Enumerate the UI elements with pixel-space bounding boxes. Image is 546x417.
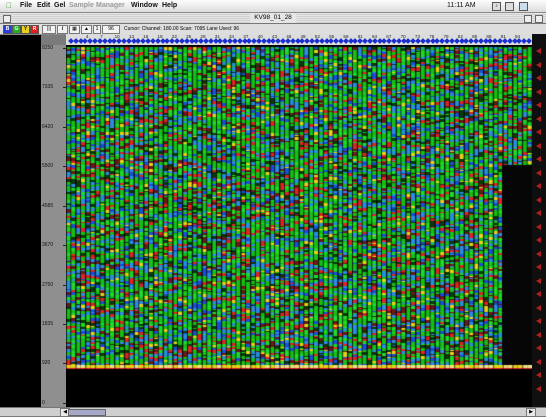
window-titlebar: KV98_01_28: [0, 13, 546, 24]
lane-arrow-icon[interactable]: [536, 345, 541, 351]
lane-stepper[interactable]: ▲: [81, 25, 92, 34]
window-title: KV98_01_28: [250, 13, 296, 23]
scan-axis-label: 4585: [42, 202, 54, 209]
blue-channel-button[interactable]: B: [3, 25, 12, 34]
scan-axis-label: 3670: [42, 242, 54, 249]
grid-view-icon[interactable]: ▦: [69, 25, 80, 34]
lane-arrow-icon[interactable]: [536, 318, 541, 324]
scroll-right-button[interactable]: ▶: [526, 408, 536, 417]
scan-axis-label: 1835: [42, 321, 54, 328]
zoom-box-icon[interactable]: [524, 15, 532, 23]
apple-menu-icon[interactable]: : [6, 1, 12, 10]
scan-axis-label: 6420: [42, 123, 54, 130]
menubar-clock[interactable]: 11:11 AM: [447, 2, 476, 9]
lane-arrow-icon[interactable]: [536, 372, 541, 378]
lane-arrow-icon[interactable]: [536, 223, 541, 230]
lane-arrow-icon[interactable]: [536, 48, 541, 54]
lane-arrow-icon[interactable]: [536, 115, 541, 122]
menu-manager: Manager: [96, 2, 125, 9]
menu-window[interactable]: Window: [131, 2, 158, 9]
lane-count-field[interactable]: 96: [102, 25, 120, 34]
finder-app-icon[interactable]: [519, 2, 528, 11]
lane-arrow-icon[interactable]: [536, 61, 541, 68]
lane-arrow-icon[interactable]: [536, 385, 541, 392]
lane-arrow-icon[interactable]: [536, 196, 541, 203]
lane-arrow-icon[interactable]: [536, 264, 541, 270]
lane-arrow-icon[interactable]: [536, 142, 541, 149]
info-icon[interactable]: i: [57, 25, 68, 34]
lane-field[interactable]: 1: [93, 25, 101, 34]
menu-sample: Sample: [69, 2, 94, 9]
close-box-icon[interactable]: [3, 15, 11, 23]
collapse-box-icon[interactable]: [535, 15, 543, 23]
lane-arrow-icon[interactable]: [536, 156, 541, 162]
lane-arrow-icon[interactable]: [536, 250, 541, 257]
menu-gel[interactable]: Gel: [54, 2, 65, 9]
scan-axis-label: 2750: [42, 281, 54, 288]
scan-axis: 8250 7335 6420 5500 4585 3670 2750 1835 920 0: [41, 45, 66, 407]
lane-arrow-icon[interactable]: [536, 358, 541, 365]
red-channel-button[interactable]: R: [30, 25, 39, 34]
scan-axis-label: 5500: [42, 163, 54, 170]
menu-file[interactable]: File: [20, 2, 32, 9]
scan-axis-label: 8250: [42, 45, 54, 51]
scan-axis-label: 7335: [42, 84, 54, 91]
lane-arrow-icon[interactable]: [536, 183, 541, 189]
scan-axis-label: 920: [42, 360, 51, 367]
lane-arrow-icon[interactable]: [536, 331, 541, 338]
green-channel-button[interactable]: G: [12, 25, 21, 34]
menu-bar:  File Edit Gel Sample Manager Window He…: [0, 0, 546, 13]
menu-edit[interactable]: Edit: [37, 2, 50, 9]
lane-arrow-icon[interactable]: [536, 129, 541, 135]
lane-arrow-icon[interactable]: [536, 88, 541, 95]
lane-arrow-icon[interactable]: [536, 169, 541, 176]
lanes-view-icon[interactable]: |||: [42, 25, 56, 34]
monitor-icon[interactable]: [505, 2, 514, 11]
lane-arrow-icon[interactable]: [536, 291, 541, 297]
lane-arrow-icon[interactable]: [536, 304, 541, 311]
lane-arrow-icon[interactable]: [536, 237, 541, 243]
scan-axis-label: 0: [42, 400, 45, 406]
menu-help[interactable]: Help: [162, 2, 177, 9]
lane-arrow-strip: [532, 34, 546, 407]
yellow-channel-button[interactable]: Y: [21, 25, 30, 34]
lane-arrow-icon[interactable]: [536, 102, 541, 108]
lane-marker[interactable]: [526, 38, 532, 44]
lane-marker-strip[interactable]: 4 7 10 13 16 19 22 25 28 31 34 37 40 43 46 49 52 55 58 61 64…: [66, 34, 532, 45]
lane-arrow-icon[interactable]: [536, 210, 541, 216]
lane-arrow-icon[interactable]: [536, 75, 541, 81]
gel-canvas[interactable]: [66, 45, 532, 407]
speaker-icon[interactable]: ♪: [492, 2, 501, 11]
left-panel: [0, 35, 41, 407]
lane-arrow-icon[interactable]: [536, 277, 541, 284]
cursor-status: Cursor: Channel: 180.00 Scan: 7095 Lane …: [124, 26, 240, 32]
gel-image[interactable]: [66, 45, 532, 407]
